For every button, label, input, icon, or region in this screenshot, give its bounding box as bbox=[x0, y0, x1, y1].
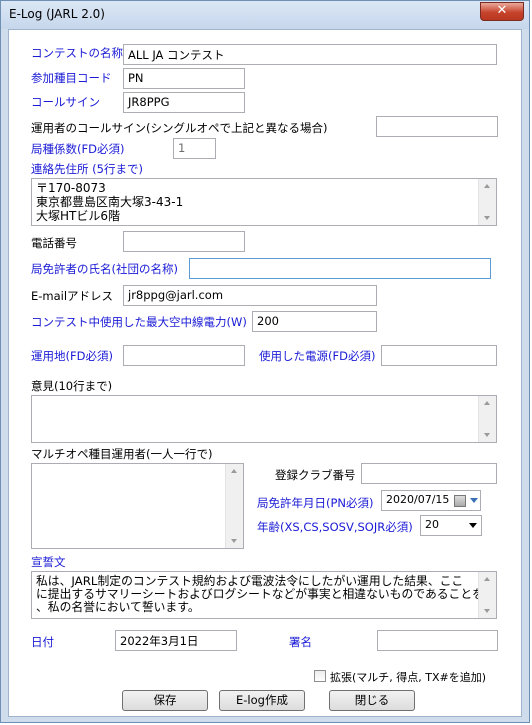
create-elog-button[interactable]: E-log作成 bbox=[219, 690, 305, 711]
scroll-down-icon bbox=[231, 539, 237, 543]
station-coefficient-input[interactable]: 1 bbox=[173, 138, 216, 159]
category-code-input[interactable]: PN bbox=[123, 68, 245, 89]
address-textarea[interactable]: 〒170-8073 東京都豊島区南大塚3-43-1 大塚HTビル6階 bbox=[31, 178, 497, 226]
phone-input[interactable] bbox=[123, 231, 245, 252]
opinion-label: 意見(10行まで) bbox=[31, 379, 113, 393]
contest-name-input[interactable]: ALL JA コンテスト bbox=[123, 44, 497, 65]
address-scrollbar[interactable] bbox=[478, 179, 496, 225]
date-label: 日付 bbox=[31, 635, 54, 649]
license-date-label: 局免許年月日(PN必須) bbox=[257, 496, 374, 510]
phone-label: 電話番号 bbox=[31, 236, 77, 250]
close-button[interactable]: 閉じる bbox=[329, 690, 415, 711]
category-code-label: 参加種目コード bbox=[31, 71, 112, 85]
callsign-input[interactable]: JR8PPG bbox=[123, 92, 245, 113]
power-source-label: 使用した電源(FD必須) bbox=[259, 349, 376, 363]
max-power-label: コンテスト中使用した最大空中線電力(W) bbox=[31, 315, 247, 329]
calendar-icon[interactable] bbox=[454, 495, 466, 507]
signature-input[interactable] bbox=[377, 630, 498, 651]
multi-operators-label: マルチオペ種目運用者(一人一行で) bbox=[31, 447, 213, 461]
contest-name-label: コンテストの名称 bbox=[31, 46, 123, 60]
scroll-up-icon bbox=[231, 469, 237, 473]
scroll-down-icon bbox=[484, 433, 490, 437]
chevron-down-icon[interactable] bbox=[469, 523, 477, 528]
age-select[interactable]: 20 bbox=[420, 515, 482, 536]
scroll-down-icon bbox=[484, 216, 490, 220]
multi-operators-textarea[interactable] bbox=[31, 463, 244, 549]
operating-location-label: 運用地(FD必須) bbox=[31, 349, 113, 363]
operator-callsign-label: 運用者のコールサイン(シングルオペで上記と異なる場合) bbox=[31, 121, 328, 135]
chevron-down-icon[interactable] bbox=[470, 498, 478, 503]
licensee-name-input[interactable] bbox=[189, 258, 491, 279]
oath-textarea[interactable]: 私は、JARL制定のコンテスト規約および電波法令にしたがい運用した結果、ここ に… bbox=[31, 571, 497, 619]
multi-operators-scrollbar[interactable] bbox=[225, 464, 243, 548]
scroll-up-icon bbox=[484, 577, 490, 581]
email-label: E-mailアドレス bbox=[31, 289, 114, 303]
close-icon: ✕ bbox=[496, 3, 508, 18]
callsign-label: コールサイン bbox=[31, 95, 100, 109]
opinion-scrollbar[interactable] bbox=[478, 396, 496, 442]
license-date-value: 2020/07/15 bbox=[386, 493, 450, 506]
age-value: 20 bbox=[425, 518, 439, 531]
license-date-picker[interactable]: 2020/07/15 bbox=[381, 490, 481, 511]
address-text: 〒170-8073 東京都豊島区南大塚3-43-1 大塚HTビル6階 bbox=[36, 181, 184, 223]
save-button[interactable]: 保存 bbox=[122, 690, 208, 711]
oath-label: 宣誓文 bbox=[31, 555, 66, 569]
close-window-button[interactable]: ✕ bbox=[480, 2, 524, 21]
operating-location-input[interactable] bbox=[123, 345, 245, 366]
station-coefficient-label: 局種係数(FD必須) bbox=[31, 142, 125, 156]
scroll-up-icon bbox=[484, 401, 490, 405]
scroll-down-icon bbox=[484, 609, 490, 613]
extend-checkbox-box[interactable] bbox=[314, 670, 326, 682]
club-number-input[interactable] bbox=[361, 463, 497, 484]
operator-callsign-input[interactable] bbox=[376, 116, 498, 137]
power-source-input[interactable] bbox=[381, 345, 497, 366]
oath-scrollbar[interactable] bbox=[478, 572, 496, 618]
club-number-label: 登録クラブ番号 bbox=[275, 468, 356, 482]
signature-label: 署名 bbox=[289, 635, 312, 649]
title-bar[interactable]: E-Log (JARL 2.0) ✕ bbox=[1, 1, 529, 29]
extend-checkbox-label: 拡張(マルチ, 得点, TX#を追加) bbox=[330, 671, 487, 684]
elog-window: E-Log (JARL 2.0) ✕ コンテストの名称 ALL JA コンテスト… bbox=[0, 0, 530, 723]
date-input[interactable]: 2022年3月1日 bbox=[115, 630, 237, 651]
extend-checkbox[interactable]: 拡張(マルチ, 得点, TX#を追加) bbox=[314, 669, 499, 684]
max-power-input[interactable]: 200 bbox=[252, 311, 377, 332]
licensee-name-label: 局免許者の氏名(社団の名称) bbox=[31, 262, 178, 276]
scroll-up-icon bbox=[484, 184, 490, 188]
window-title: E-Log (JARL 2.0) bbox=[9, 7, 105, 21]
age-label: 年齢(XS,CS,SOSV,SOJR必須) bbox=[257, 520, 413, 534]
email-input[interactable]: jr8ppg@jarl.com bbox=[123, 285, 377, 306]
opinion-textarea[interactable] bbox=[31, 395, 497, 443]
oath-text: 私は、JARL制定のコンテスト規約および電波法令にしたがい運用した結果、ここ に… bbox=[36, 574, 484, 614]
address-label: 連絡先住所 (5行まで) bbox=[31, 162, 143, 176]
form-panel: コンテストの名称 ALL JA コンテスト 参加種目コード PN コールサイン … bbox=[8, 29, 522, 717]
